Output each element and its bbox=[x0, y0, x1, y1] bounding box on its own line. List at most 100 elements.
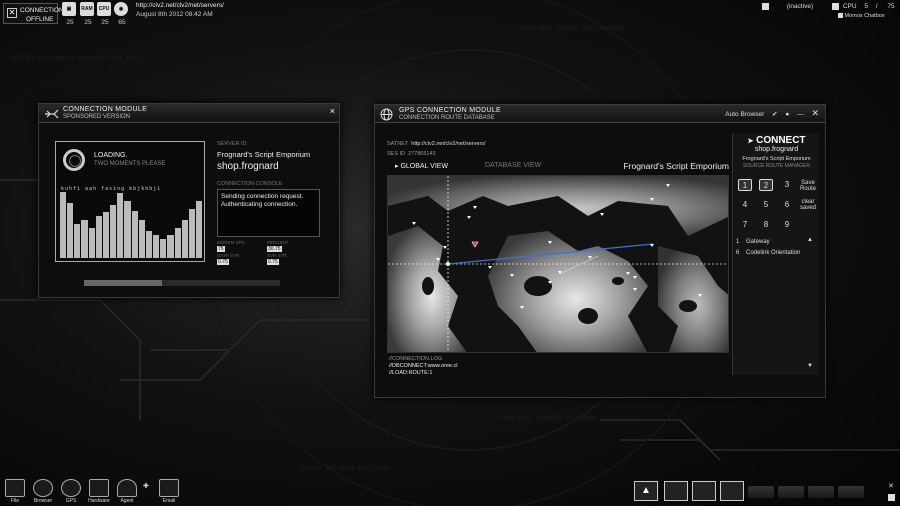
key-4[interactable]: 4 bbox=[738, 199, 752, 211]
signal-bar bbox=[153, 235, 160, 258]
loading-text: LOADING. bbox=[94, 152, 128, 159]
cpu-meter[interactable]: CPU 25 bbox=[97, 2, 113, 26]
gateway-icon: ▣ bbox=[62, 2, 76, 16]
panel-host: shop.frognard bbox=[754, 146, 799, 153]
close-icon[interactable]: ✕ bbox=[888, 482, 894, 490]
modem-meter[interactable]: ◉ 65 bbox=[114, 2, 130, 26]
stat-percent: PERCENT 30.75 bbox=[267, 240, 317, 252]
hardware-icon bbox=[89, 479, 109, 497]
loading-panel: LOADING. TWO MOMENTS PLEASE kuhfi aah fa… bbox=[55, 141, 205, 262]
toggle-icon bbox=[762, 3, 769, 10]
info-icon[interactable]: ● bbox=[785, 111, 789, 118]
route-num: 6 bbox=[736, 250, 740, 256]
dock-label: GPS bbox=[65, 498, 77, 504]
signal-bar bbox=[110, 204, 117, 258]
close-icon[interactable]: ✕ bbox=[811, 108, 819, 118]
key-2[interactable]: 2 bbox=[759, 179, 773, 191]
dock-file[interactable]: File bbox=[4, 479, 26, 504]
email-icon bbox=[159, 479, 179, 497]
minimize-icon[interactable]: — bbox=[797, 111, 804, 118]
dock-app-3[interactable] bbox=[692, 481, 716, 501]
cpu-indicator[interactable]: CPU 5 / 75 bbox=[832, 3, 895, 10]
dock-gps[interactable]: GPS bbox=[60, 479, 82, 504]
key-3[interactable]: 3 bbox=[780, 179, 794, 191]
key-9[interactable]: 9 bbox=[780, 219, 794, 231]
key-8[interactable]: 8 bbox=[759, 219, 773, 231]
svg-text:010010 101 0101 1001 0101: 010010 101 0101 1001 0101 bbox=[300, 465, 391, 472]
dock-email[interactable]: Email bbox=[158, 479, 180, 504]
connection-log: //CONNECTION.LOG //DBCONNECT:www.oree.cl… bbox=[389, 356, 457, 377]
dock-app-1[interactable]: ▲ bbox=[634, 481, 658, 501]
dock-slot[interactable] bbox=[778, 486, 804, 498]
dock-browser[interactable]: Browser bbox=[32, 479, 54, 504]
check-icon[interactable]: ✔ bbox=[772, 111, 777, 118]
signal-bar bbox=[60, 191, 67, 258]
signal-bar bbox=[138, 220, 145, 258]
svg-text:1001001 01 1010010 0010010 010: 1001001 01 1010010 0010010 0101 1001 bbox=[10, 55, 140, 62]
window-titlebar[interactable]: GPS CONNECTION MODULE CONNECTION ROUTE D… bbox=[375, 105, 825, 123]
signal-bar bbox=[174, 227, 181, 258]
console-line: Authenticating connection. bbox=[221, 201, 298, 208]
key-1[interactable]: 1 bbox=[738, 179, 752, 191]
dock-label: Email bbox=[162, 498, 176, 504]
cpu-used: 5 bbox=[864, 3, 868, 11]
inactive-toggle[interactable]: (inactive) bbox=[762, 3, 813, 10]
tab-database-view[interactable]: DATABASE VIEW bbox=[485, 162, 541, 169]
current-url: http://clv2.net/clv2/net/servers/ bbox=[136, 2, 224, 9]
chat-icon bbox=[838, 13, 843, 19]
modem-icon: ◉ bbox=[114, 2, 128, 16]
server-id-label: SERVER ID bbox=[217, 141, 247, 147]
save-route-button[interactable]: Save Route bbox=[798, 180, 818, 192]
dock-slot[interactable] bbox=[838, 486, 864, 498]
resize-icon[interactable] bbox=[888, 494, 895, 501]
scroll-up-icon[interactable]: ▲ bbox=[807, 237, 813, 243]
window-titlebar[interactable]: CONNECTION MODULE SPONSORED VERSION × bbox=[39, 104, 339, 123]
tab-global-view[interactable]: ▸ GLOBAL VIEW bbox=[395, 162, 448, 170]
scroll-down-icon[interactable]: ▼ bbox=[807, 363, 813, 369]
chatbox-link[interactable]: Momos Chatbox bbox=[838, 13, 885, 19]
window-controls: Auto Browser ✔ ● — ✕ bbox=[719, 108, 819, 119]
stat-server-strength: SVR STR 0.75 bbox=[267, 253, 317, 265]
dock-slot[interactable] bbox=[748, 486, 774, 498]
loading-spinner-icon bbox=[63, 149, 85, 171]
file-icon bbox=[5, 479, 25, 497]
connection-module-window: CONNECTION MODULE SPONSORED VERSION × LO… bbox=[38, 103, 340, 298]
browser-icon bbox=[33, 479, 53, 497]
key-6[interactable]: 6 bbox=[780, 199, 794, 211]
plus-icon[interactable]: ✚ bbox=[143, 482, 149, 490]
svg-text:1010 0101 1001010 001 10101: 1010 0101 1001010 001 10101 bbox=[500, 415, 598, 422]
modem-value: 65 bbox=[118, 19, 126, 26]
key-7[interactable]: 7 bbox=[738, 219, 752, 231]
gateway-meter[interactable]: ▣ 25 bbox=[62, 2, 78, 26]
dock-slot[interactable] bbox=[808, 486, 834, 498]
dock-label: Hardware bbox=[88, 498, 110, 504]
clear-saved-button[interactable]: clear saved bbox=[798, 199, 818, 211]
stat-label: GATE STR bbox=[217, 253, 240, 258]
satnet-label: SATNET bbox=[387, 141, 409, 147]
list-item[interactable]: 6 Codelink Orientation bbox=[736, 248, 806, 259]
signal-bar bbox=[117, 193, 124, 258]
dock-hardware[interactable]: Hardware bbox=[88, 479, 110, 504]
top-bar: ✕ CONNECTION OFFLINE ▣ 25 RAM 25 CPU 25 … bbox=[0, 0, 900, 28]
close-icon[interactable]: × bbox=[330, 106, 335, 116]
key-5[interactable]: 5 bbox=[759, 199, 773, 211]
world-map[interactable] bbox=[387, 175, 729, 353]
dock-app-4[interactable] bbox=[720, 481, 744, 501]
brand-label: CONNECT bbox=[756, 135, 806, 146]
auto-browser-label[interactable]: Auto Browser bbox=[725, 111, 764, 118]
dock-app-2[interactable] bbox=[664, 481, 688, 501]
list-item[interactable]: 1 Gateway bbox=[736, 237, 806, 248]
sesid-label: SES ID bbox=[387, 151, 406, 157]
route-num: 1 bbox=[736, 239, 740, 245]
dock-agent[interactable]: Agent bbox=[116, 479, 138, 504]
globe-icon bbox=[61, 479, 81, 497]
ram-meter[interactable]: RAM 25 bbox=[80, 2, 96, 26]
server-host: shop.frognard bbox=[217, 161, 279, 172]
dock-label: Agent bbox=[120, 498, 134, 504]
stat-label: PERCENT bbox=[267, 240, 289, 245]
connection-status-box[interactable]: ✕ CONNECTION OFFLINE bbox=[3, 3, 64, 24]
window-subtitle: CONNECTION ROUTE DATABASE bbox=[399, 115, 495, 121]
connection-console: Sending connection request. Authenticati… bbox=[217, 189, 320, 237]
signal-bar bbox=[124, 201, 131, 258]
current-date: August 8th 2012 08:42 AM bbox=[136, 11, 213, 18]
